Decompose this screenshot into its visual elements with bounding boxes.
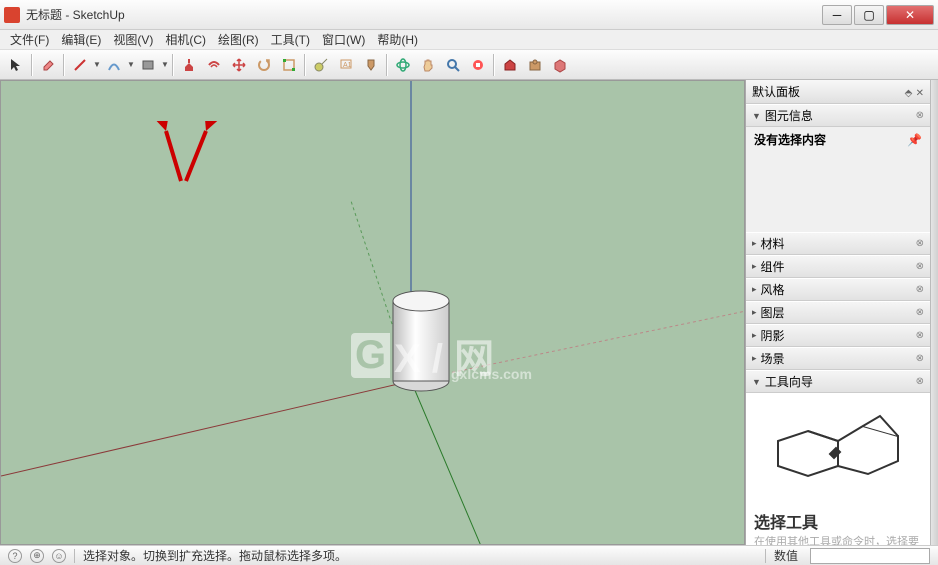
maximize-button[interactable]: ▢ bbox=[854, 5, 884, 25]
pan-tool-icon[interactable] bbox=[416, 53, 440, 77]
zoom-tool-icon[interactable] bbox=[441, 53, 465, 77]
select-tool-icon[interactable] bbox=[4, 53, 28, 77]
window-controls: ─ ▢ ✕ bbox=[820, 5, 934, 25]
orbit-tool-icon[interactable] bbox=[391, 53, 415, 77]
section-scenes[interactable]: ▸场景⊗ bbox=[746, 347, 930, 370]
shape-tool-icon[interactable] bbox=[136, 53, 160, 77]
menu-help[interactable]: 帮助(H) bbox=[371, 29, 424, 50]
status-geo-icon[interactable]: ⊕ bbox=[30, 549, 44, 563]
menu-window[interactable]: 窗口(W) bbox=[316, 29, 371, 50]
menu-view[interactable]: 视图(V) bbox=[107, 29, 159, 50]
text-tool-icon[interactable]: A1 bbox=[334, 53, 358, 77]
app-icon bbox=[4, 7, 20, 23]
svg-text:A1: A1 bbox=[343, 62, 352, 69]
pushpull-tool-icon[interactable] bbox=[177, 53, 201, 77]
section-close-icon[interactable]: ⊗ bbox=[916, 238, 924, 249]
window-title: 无标题 - SketchUp bbox=[26, 6, 820, 23]
line-dropdown-icon[interactable]: ▼ bbox=[93, 60, 101, 69]
viewport-3d[interactable]: GX / 网 gxlcms.com bbox=[0, 80, 745, 545]
menu-tools[interactable]: 工具(T) bbox=[265, 29, 316, 50]
components-tool-icon[interactable] bbox=[548, 53, 572, 77]
arc-dropdown-icon[interactable]: ▼ bbox=[127, 60, 135, 69]
tray-pin-icon[interactable]: ⬘ bbox=[905, 88, 913, 99]
warehouse-tool-icon[interactable] bbox=[498, 53, 522, 77]
section-instructor[interactable]: ▼工具向导⊗ bbox=[746, 370, 930, 393]
tray-title: 默认面板 bbox=[752, 83, 800, 100]
instructor-body: 选择工具 在使用其他工具或命令时，选择要修改的图元。 工具操作 1. 点击图元。… bbox=[746, 393, 930, 545]
zoom-extents-tool-icon[interactable] bbox=[466, 53, 490, 77]
section-materials[interactable]: ▸材料⊗ bbox=[746, 232, 930, 255]
extension-tool-icon[interactable] bbox=[523, 53, 547, 77]
section-layers[interactable]: ▸图层⊗ bbox=[746, 301, 930, 324]
section-shadows[interactable]: ▸阴影⊗ bbox=[746, 324, 930, 347]
scale-tool-icon[interactable] bbox=[277, 53, 301, 77]
section-close-icon[interactable]: ⊗ bbox=[916, 284, 924, 295]
paint-tool-icon[interactable] bbox=[359, 53, 383, 77]
no-selection-text: 没有选择内容 bbox=[754, 131, 826, 148]
section-close-icon[interactable]: ⊗ bbox=[916, 330, 924, 341]
collapse-icon: ▼ bbox=[752, 111, 761, 121]
status-user-icon[interactable]: ☺ bbox=[52, 549, 66, 563]
vcb-label: 数值 bbox=[774, 547, 798, 564]
instructor-desc: 在使用其他工具或命令时，选择要修改的图元。 bbox=[754, 535, 922, 545]
line-tool-icon[interactable] bbox=[68, 53, 92, 77]
section-components[interactable]: ▸组件⊗ bbox=[746, 255, 930, 278]
right-panel: 默认面板 ⬘ ✕ ▼ 图元信息 ⊗ 没有选择内容 📌 ▸材料⊗ ▸组件⊗ ▸风格… bbox=[745, 80, 930, 545]
toolbar: ▼ ▼ ▼ A1 bbox=[0, 50, 938, 80]
vcb-input[interactable] bbox=[810, 548, 930, 564]
statusbar: ? ⊕ ☺ 选择对象。切换到扩充选择。拖动鼠标选择多项。 数值 bbox=[0, 545, 938, 565]
titlebar: 无标题 - SketchUp ─ ▢ ✕ bbox=[0, 0, 938, 30]
menubar: 文件(F) 编辑(E) 视图(V) 相机(C) 绘图(R) 工具(T) 窗口(W… bbox=[0, 30, 938, 50]
shape-dropdown-icon[interactable]: ▼ bbox=[161, 60, 169, 69]
menu-draw[interactable]: 绘图(R) bbox=[212, 29, 265, 50]
section-close-icon[interactable]: ⊗ bbox=[916, 110, 924, 121]
offset-tool-icon[interactable] bbox=[202, 53, 226, 77]
right-edge bbox=[930, 80, 938, 545]
close-button[interactable]: ✕ bbox=[886, 5, 934, 25]
pin-icon[interactable]: 📌 bbox=[907, 133, 922, 147]
watermark: GX / 网 gxlcms.com bbox=[351, 326, 494, 384]
arc-tool-icon[interactable] bbox=[102, 53, 126, 77]
eraser-tool-icon[interactable] bbox=[36, 53, 60, 77]
menu-file[interactable]: 文件(F) bbox=[4, 29, 55, 50]
menu-edit[interactable]: 编辑(E) bbox=[55, 29, 107, 50]
section-close-icon[interactable]: ⊗ bbox=[916, 307, 924, 318]
rotate-tool-icon[interactable] bbox=[252, 53, 276, 77]
section-close-icon[interactable]: ⊗ bbox=[916, 261, 924, 272]
menu-camera[interactable]: 相机(C) bbox=[159, 29, 212, 50]
section-close-icon[interactable]: ⊗ bbox=[916, 376, 924, 387]
move-tool-icon[interactable] bbox=[227, 53, 251, 77]
tray-header[interactable]: 默认面板 ⬘ ✕ bbox=[746, 80, 930, 104]
entity-info-body: 没有选择内容 📌 bbox=[746, 127, 930, 152]
instructor-title: 选择工具 bbox=[754, 509, 922, 533]
instructor-image bbox=[754, 401, 922, 501]
tray-close-icon[interactable]: ✕ bbox=[916, 88, 924, 99]
status-hint: 选择对象。切换到扩充选择。拖动鼠标选择多项。 bbox=[83, 547, 757, 564]
section-styles[interactable]: ▸风格⊗ bbox=[746, 278, 930, 301]
status-info-icon[interactable]: ? bbox=[8, 549, 22, 563]
section-close-icon[interactable]: ⊗ bbox=[916, 353, 924, 364]
section-entity-info[interactable]: ▼ 图元信息 ⊗ bbox=[746, 104, 930, 127]
tape-tool-icon[interactable] bbox=[309, 53, 333, 77]
minimize-button[interactable]: ─ bbox=[822, 5, 852, 25]
